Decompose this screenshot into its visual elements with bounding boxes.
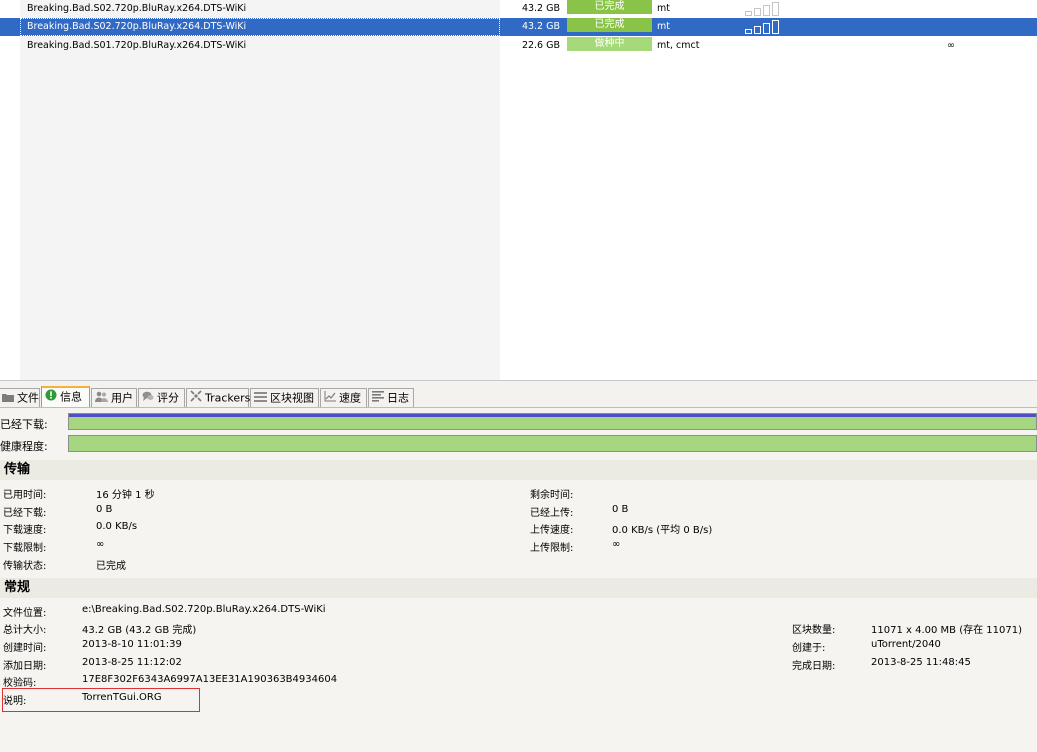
tab-peers[interactable]: 用户 xyxy=(91,388,137,407)
added-on-key: 添加日期: xyxy=(3,661,47,672)
upload-speed-key: 上传速度: xyxy=(530,525,574,536)
torrent-status-badge: 做种中 xyxy=(567,37,652,51)
hash-value: 17E8F302F6343A6997A13EE31A190363B4934604 xyxy=(82,674,338,685)
downloaded-value: 0 B xyxy=(96,504,113,515)
completed-on-value: 2013-8-25 11:48:45 xyxy=(871,657,971,668)
health-progress-bar xyxy=(68,435,1037,452)
pieces-value: 11071 x 4.00 MB (存在 11071) xyxy=(871,625,1022,636)
torrent-label: mt, cmct xyxy=(657,40,700,51)
torrent-status-badge: 已完成 xyxy=(567,18,652,32)
download-speed-value: 0.0 KB/s xyxy=(96,521,138,532)
signal-strength-icon xyxy=(745,20,783,34)
torrent-row[interactable]: Breaking.Bad.S01.720p.BluRay.x264.DTS-Wi… xyxy=(0,37,1037,55)
created-by-key: 创建于: xyxy=(792,643,826,654)
signal-strength-icon xyxy=(745,2,783,16)
torrent-list[interactable]: Breaking.Bad.S02.720p.BluRay.x264.DTS-Wi… xyxy=(0,0,1037,380)
elapsed-time-value: 16 分钟 1 秒 xyxy=(96,490,155,501)
upload-limit-key: 上传限制: xyxy=(530,543,574,554)
transfer-status-value: 已完成 xyxy=(96,561,126,572)
total-size-key: 总计大小: xyxy=(3,625,47,636)
downloaded-key: 已经下载: xyxy=(3,508,47,519)
torrent-name: Breaking.Bad.S02.720p.BluRay.x264.DTS-Wi… xyxy=(27,3,247,14)
tab-pieces[interactable]: 区块视图 xyxy=(250,388,319,407)
added-on-value: 2013-8-25 11:12:02 xyxy=(82,657,182,668)
upload-speed-value: 0.0 KB/s (平均 0 B/s) xyxy=(612,525,713,536)
elapsed-time-key: 已用时间: xyxy=(3,490,47,501)
total-size-value: 43.2 GB (43.2 GB 完成) xyxy=(82,625,197,636)
torrent-label: mt xyxy=(657,3,670,14)
downloaded-availability-line xyxy=(69,414,1036,417)
health-progress-fill xyxy=(69,436,1036,451)
tab-log[interactable]: 日志 xyxy=(368,388,414,407)
torrent-status-badge: 已完成 xyxy=(567,0,652,14)
uploaded-key: 已经上传: xyxy=(530,508,574,519)
trackers-icon xyxy=(190,389,202,407)
tab-info[interactable]: 信息 xyxy=(41,386,90,407)
created-by-value: uTorrent/2040 xyxy=(871,639,941,650)
torrent-size: 22.6 GB xyxy=(521,40,560,51)
torrent-row-selected[interactable]: Breaking.Bad.S02.720p.BluRay.x264.DTS-Wi… xyxy=(0,18,1037,36)
tab-speed[interactable]: 速度 xyxy=(320,388,367,407)
remaining-time-key: 剩余时间: xyxy=(530,490,574,501)
upload-limit-value: ∞ xyxy=(612,539,621,550)
download-speed-key: 下载速度: xyxy=(3,525,47,536)
detail-tab-bar: 文件 信息 用户 评分 Trackers 区块视图 速度 日志 xyxy=(0,386,1037,408)
tab-trackers[interactable]: Trackers xyxy=(186,388,250,407)
completed-on-key: 完成日期: xyxy=(792,661,836,672)
pane-splitter[interactable] xyxy=(0,380,1037,385)
torrent-availability: ∞ xyxy=(947,40,955,51)
downloaded-progress-bar xyxy=(68,413,1037,430)
transfer-status-key: 传输状态: xyxy=(3,561,47,572)
created-on-key: 创建时间: xyxy=(3,643,47,654)
log-icon xyxy=(372,390,384,407)
uploaded-value: 0 B xyxy=(612,504,629,515)
torrent-size: 43.2 GB xyxy=(521,3,560,14)
save-location-value: e:\Breaking.Bad.S02.720p.BluRay.x264.DTS… xyxy=(82,604,326,615)
users-icon xyxy=(95,390,108,407)
tab-ratings[interactable]: 评分 xyxy=(138,388,185,407)
general-section-title: 常规 xyxy=(0,578,1037,598)
speed-chart-icon xyxy=(324,390,336,407)
pieces-icon xyxy=(254,390,267,407)
downloaded-label: 已经下载: xyxy=(0,418,48,431)
pieces-key: 区块数量: xyxy=(792,625,836,636)
download-limit-key: 下载限制: xyxy=(3,543,47,554)
torrent-label: mt xyxy=(657,21,670,32)
download-limit-value: ∞ xyxy=(96,539,105,550)
health-label: 健康程度: xyxy=(0,440,48,453)
hash-key: 校验码: xyxy=(3,678,37,689)
torrent-size: 43.2 GB xyxy=(521,21,560,32)
torrent-name: Breaking.Bad.S01.720p.BluRay.x264.DTS-Wi… xyxy=(27,40,247,51)
transfer-section-title: 传输 xyxy=(0,460,1037,480)
created-on-value: 2013-8-10 11:01:39 xyxy=(82,639,182,650)
torrent-name: Breaking.Bad.S02.720p.BluRay.x264.DTS-Wi… xyxy=(27,21,247,32)
ratings-icon xyxy=(142,390,154,407)
save-location-key: 文件位置: xyxy=(3,608,47,619)
torrent-row[interactable]: Breaking.Bad.S02.720p.BluRay.x264.DTS-Wi… xyxy=(0,0,1037,18)
folder-icon xyxy=(2,390,14,407)
name-column-background xyxy=(20,0,500,380)
info-icon xyxy=(45,389,57,406)
comment-highlight-box xyxy=(2,688,200,712)
tab-files[interactable]: 文件 xyxy=(0,388,40,407)
